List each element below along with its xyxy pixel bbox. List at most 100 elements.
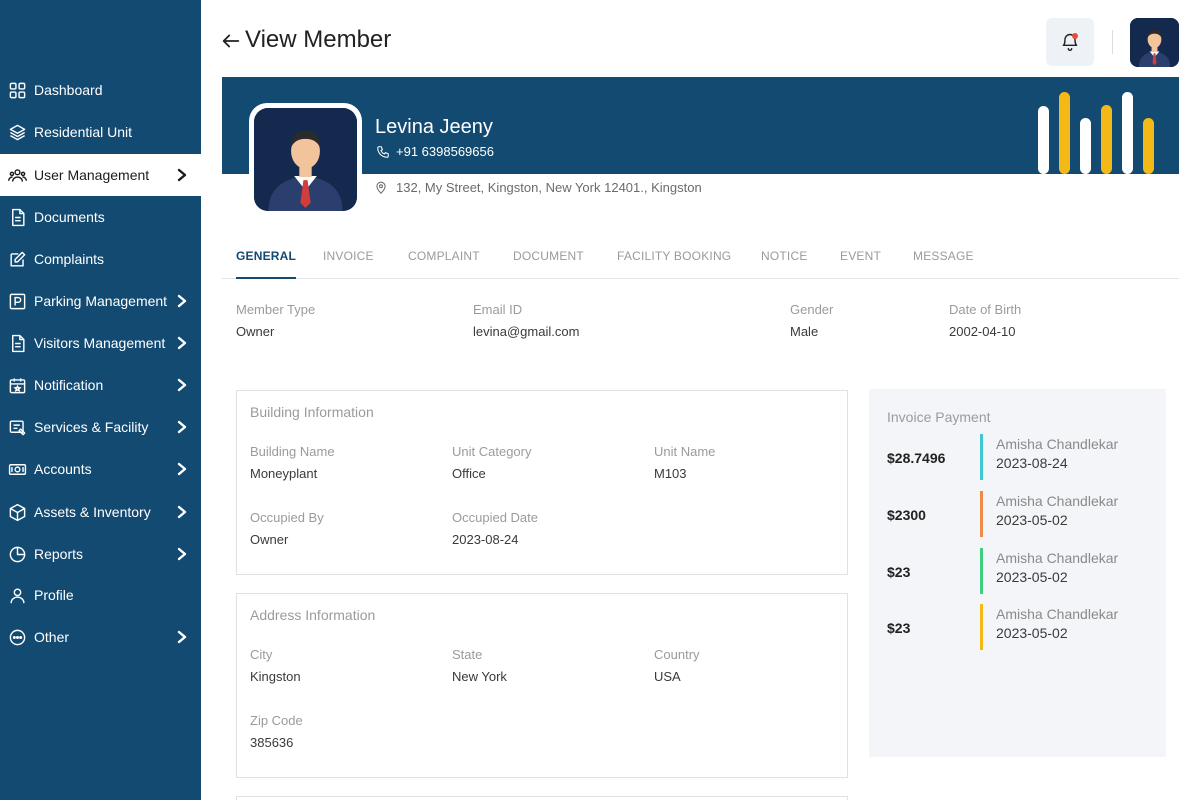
grid-icon (7, 80, 27, 100)
address-info-title: Address Information (250, 607, 376, 623)
member-type-label: Member Type (236, 302, 316, 317)
email-value: levina@gmail.com (473, 324, 580, 339)
phone-icon (377, 145, 389, 158)
invoice-color-bar (980, 491, 983, 537)
state-value: New York (452, 669, 507, 684)
tab-message[interactable]: MESSAGE (913, 249, 974, 279)
layers-icon (7, 122, 27, 142)
invoice-payer: Amisha Chandlekar (996, 436, 1119, 452)
member-avatar (249, 103, 362, 216)
zip-value: 385636 (250, 735, 294, 750)
chevron-right-icon (175, 293, 189, 309)
invoice-date: 2023-05-02 (996, 569, 1068, 585)
notification-button[interactable] (1046, 18, 1094, 66)
invoice-amount: $23 (887, 620, 911, 636)
state-label: State (452, 647, 483, 662)
users-icon (7, 165, 27, 185)
sidebar-item-label: Residential Unit (34, 124, 133, 140)
notification-dot (1072, 33, 1078, 39)
tab-complaint[interactable]: COMPLAINT (408, 249, 480, 279)
tab-event[interactable]: EVENT (840, 249, 881, 279)
tab-facility-booking[interactable]: FACILITY BOOKING (617, 249, 731, 279)
decorative-bars (1038, 92, 1154, 174)
member-address-text: 132, My Street, Kingston, New York 12401… (396, 180, 702, 195)
dob-value: 2002-04-10 (949, 324, 1016, 339)
more-icon (7, 627, 27, 647)
sidebar-item-user-management[interactable]: User Management (0, 154, 201, 196)
parking-icon (7, 291, 27, 311)
chevron-right-icon (175, 546, 189, 562)
gender-label: Gender (790, 302, 834, 317)
member-tabs: GENERAL INVOICE COMPLAINT DOCUMENT FACIL… (222, 245, 1179, 279)
member-phone-text: +91 6398569656 (396, 144, 494, 159)
calendar-icon (7, 375, 27, 395)
invoice-amount: $23 (887, 564, 911, 580)
sidebar-item-visitors-management[interactable]: Visitors Management (0, 322, 201, 364)
sidebar-item-label: Dashboard (34, 82, 103, 98)
sidebar-item-documents[interactable]: Documents (0, 196, 201, 238)
sidebar-item-other[interactable]: Other (0, 616, 201, 658)
box-icon (7, 502, 27, 522)
zip-label: Zip Code (250, 713, 303, 728)
occupied-date-value: 2023-08-24 (452, 532, 519, 547)
sidebar-item-services-and-facility[interactable]: Services & Facility (0, 406, 201, 448)
chevron-right-icon (175, 167, 189, 183)
invoice-date: 2023-05-02 (996, 512, 1068, 528)
next-info-card (236, 796, 848, 800)
sidebar-item-accounts[interactable]: Accounts (0, 448, 201, 490)
invoice-color-bar (980, 434, 983, 480)
building-info-title: Building Information (250, 404, 374, 420)
header-divider (1112, 30, 1113, 54)
email-label: Email ID (473, 302, 523, 317)
invoice-color-bar (980, 604, 983, 650)
pie-chart-icon (7, 544, 27, 564)
invoice-row[interactable]: $2300 Amisha Chandlekar 2023-05-02 (869, 491, 1166, 537)
invoice-amount: $2300 (887, 507, 926, 523)
occupied-date-label: Occupied Date (452, 510, 538, 525)
document-icon (7, 333, 27, 353)
sidebar: Dashboard Residential Unit User Management… (0, 0, 201, 800)
building-name-value: Moneyplant (250, 466, 318, 481)
invoice-date: 2023-05-02 (996, 625, 1068, 641)
member-type-value: Owner (236, 324, 275, 339)
service-icon (7, 417, 27, 437)
invoice-row[interactable]: $28.7496 Amisha Chandlekar 2023-08-24 (869, 434, 1166, 480)
sidebar-item-assets-and-inventory[interactable]: Assets & Inventory (0, 491, 201, 533)
sidebar-item-residential-unit[interactable]: Residential Unit (0, 111, 201, 153)
chevron-right-icon (175, 504, 189, 520)
invoice-row[interactable]: $23 Amisha Chandlekar 2023-05-02 (869, 604, 1166, 650)
page-title: View Member (245, 26, 392, 53)
sidebar-item-dashboard[interactable]: Dashboard (0, 69, 201, 111)
address-info-card: Address Information City Kingston State … (236, 593, 848, 778)
sidebar-item-reports[interactable]: Reports (0, 533, 201, 575)
occupied-by-value: Owner (250, 532, 289, 547)
country-label: Country (654, 647, 700, 662)
chevron-right-icon (175, 377, 189, 393)
member-name: Levina Jeeny (375, 116, 493, 138)
tab-general[interactable]: GENERAL (236, 249, 297, 279)
member-phone: +91 6398569656 (376, 144, 494, 159)
user-icon (7, 585, 27, 605)
tab-document[interactable]: DOCUMENT (513, 249, 584, 279)
tab-invoice[interactable]: INVOICE (323, 249, 374, 279)
dob-label: Date of Birth (949, 302, 1022, 317)
header-avatar[interactable] (1130, 18, 1179, 67)
invoice-row[interactable]: $23 Amisha Chandlekar 2023-05-02 (869, 548, 1166, 594)
back-arrow-icon[interactable] (220, 30, 242, 52)
invoice-payer: Amisha Chandlekar (996, 493, 1119, 509)
occupied-by-label: Occupied By (250, 510, 324, 525)
sidebar-item-complaints[interactable]: Complaints (0, 238, 201, 280)
sidebar-item-label: Complaints (34, 251, 105, 267)
invoice-payer: Amisha Chandlekar (996, 550, 1119, 566)
money-icon (7, 459, 27, 479)
invoice-payer: Amisha Chandlekar (996, 606, 1119, 622)
tab-notice[interactable]: NOTICE (761, 249, 808, 279)
chevron-right-icon (175, 461, 189, 477)
invoice-amount: $28.7496 (887, 450, 946, 466)
unit-category-value: Office (452, 466, 486, 481)
sidebar-item-label: Profile (34, 587, 74, 603)
building-info-card: Building Information Building Name Money… (236, 390, 848, 575)
sidebar-item-notification[interactable]: Notification (0, 364, 201, 406)
sidebar-item-parking-management[interactable]: Parking Management (0, 280, 201, 322)
sidebar-item-profile[interactable]: Profile (0, 574, 201, 616)
